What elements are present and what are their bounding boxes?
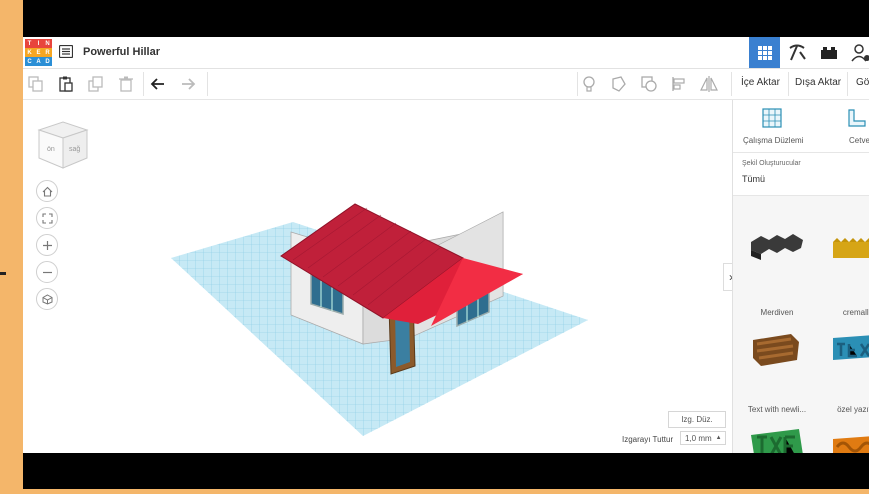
logo-letter: I — [34, 39, 43, 48]
shape-outline-icon — [612, 76, 626, 92]
fit-all-icon — [41, 212, 53, 224]
bottom-letterbox — [23, 453, 869, 489]
home-view-button[interactable] — [36, 180, 58, 202]
top-letterbox — [23, 0, 869, 37]
align-button[interactable] — [670, 75, 688, 93]
shapes-panel: Çalışma Düzlemi Cetve Şekil Oluşturucula… — [732, 100, 869, 453]
paste-icon — [59, 76, 73, 92]
workplane-label: Çalışma Düzlemi — [743, 136, 804, 145]
shape-label: özel yazıtipl — [837, 405, 869, 414]
snap-grid-select[interactable]: 1,0 mm ▲ — [680, 431, 726, 445]
view-cube-front-label: ön — [47, 146, 55, 153]
home-icon — [42, 186, 52, 197]
custom-font-shape[interactable] — [829, 316, 869, 376]
generators-value: Tümü — [742, 174, 766, 184]
edit-toolbar: İçe Aktar Dışa Aktar Gö — [23, 69, 869, 100]
3d-view-button[interactable] — [749, 37, 780, 68]
import-button[interactable]: İçe Aktar — [741, 77, 780, 88]
logo-letter: A — [34, 57, 43, 66]
zoom-in-button[interactable] — [36, 234, 58, 256]
left-frame — [0, 0, 23, 494]
edit-grid-button[interactable]: Izg. Düz. — [668, 411, 726, 428]
group-icon — [641, 76, 657, 92]
logo-letter: D — [43, 57, 52, 66]
snap-grid-label: Izgarayı Tuttur — [622, 435, 674, 444]
duplicate-icon — [88, 76, 103, 92]
grid-view-icon — [757, 45, 772, 60]
trash-icon — [119, 76, 133, 92]
logo-letter: T — [25, 39, 34, 48]
text-3d-green-shape[interactable] — [747, 415, 807, 453]
logo-letter: E — [34, 48, 43, 57]
perspective-cube-icon — [42, 293, 52, 305]
group-button[interactable] — [640, 75, 658, 93]
workplane-tool[interactable] — [762, 108, 782, 133]
user-button[interactable] — [845, 37, 869, 68]
codeblocks-button[interactable] — [781, 37, 812, 68]
workplane-icon — [762, 108, 782, 128]
shape-label: Text with newli... — [747, 405, 807, 414]
zoom-out-button[interactable] — [36, 261, 58, 283]
note-button[interactable] — [580, 75, 598, 93]
pickaxe-icon — [788, 44, 806, 60]
view-cube[interactable]: ön sağ — [35, 114, 91, 170]
lightbulb-icon — [583, 76, 595, 92]
brick-icon — [820, 46, 837, 59]
duplicate-button[interactable] — [87, 75, 105, 93]
perspective-button[interactable] — [36, 288, 58, 310]
ruler-icon — [848, 109, 866, 127]
generators-title: Şekil Oluşturucular — [742, 160, 801, 167]
tinkercad-logo[interactable]: T I N K E R C A D — [25, 39, 52, 66]
copy-icon — [28, 76, 43, 92]
delete-button[interactable] — [117, 75, 135, 93]
panel-tools: Çalışma Düzlemi Cetve — [733, 100, 869, 153]
view-cube-right-label: sağ — [69, 146, 80, 153]
text-3d-orange-shape[interactable] — [829, 415, 869, 453]
add-user-icon — [850, 43, 869, 61]
project-title[interactable]: Powerful Hillar — [83, 46, 160, 58]
3d-viewport[interactable]: ön sağ Izg. Düz. Izgarayı Tuttur 1,0 mm … — [23, 100, 731, 453]
redo-arrow-icon — [182, 78, 196, 90]
undo-arrow-icon — [150, 78, 164, 90]
stairs-shape[interactable] — [747, 220, 807, 280]
mirror-icon — [700, 76, 718, 92]
logo-letter: R — [43, 48, 52, 57]
scene — [171, 203, 588, 436]
tinkercad-app: T I N K E R C A D Powerful Hillar İçe Ak… — [23, 37, 869, 453]
minus-icon — [42, 271, 52, 273]
app-header: T I N K E R C A D Powerful Hillar — [23, 37, 869, 69]
show-all-button[interactable] — [610, 75, 628, 93]
ruler-tool[interactable] — [847, 108, 867, 133]
snap-grid-value: 1,0 mm — [685, 433, 712, 443]
logo-letter: C — [25, 57, 34, 66]
export-button[interactable]: Dışa Aktar — [795, 77, 841, 88]
rack-shape[interactable] — [829, 220, 869, 280]
undo-button[interactable] — [149, 75, 167, 93]
shape-generators-dropdown[interactable]: Şekil Oluşturucular Tümü — [733, 153, 869, 196]
ruler-label: Cetve — [849, 136, 869, 145]
caret-down-icon: ▲ — [715, 435, 722, 441]
logo-letter: N — [43, 39, 52, 48]
send-to-button[interactable]: Gö — [856, 77, 869, 88]
logo-letter: K — [25, 48, 34, 57]
plus-icon — [42, 240, 52, 250]
paste-button[interactable] — [57, 75, 75, 93]
fit-view-button[interactable] — [36, 207, 58, 229]
align-icon — [672, 77, 685, 91]
bricks-button[interactable] — [813, 37, 844, 68]
mirror-button[interactable] — [700, 75, 718, 93]
text-newline-shape[interactable] — [747, 316, 807, 376]
redo-button[interactable] — [179, 75, 197, 93]
copy-button[interactable] — [27, 75, 45, 93]
design-list-icon[interactable] — [59, 45, 73, 58]
